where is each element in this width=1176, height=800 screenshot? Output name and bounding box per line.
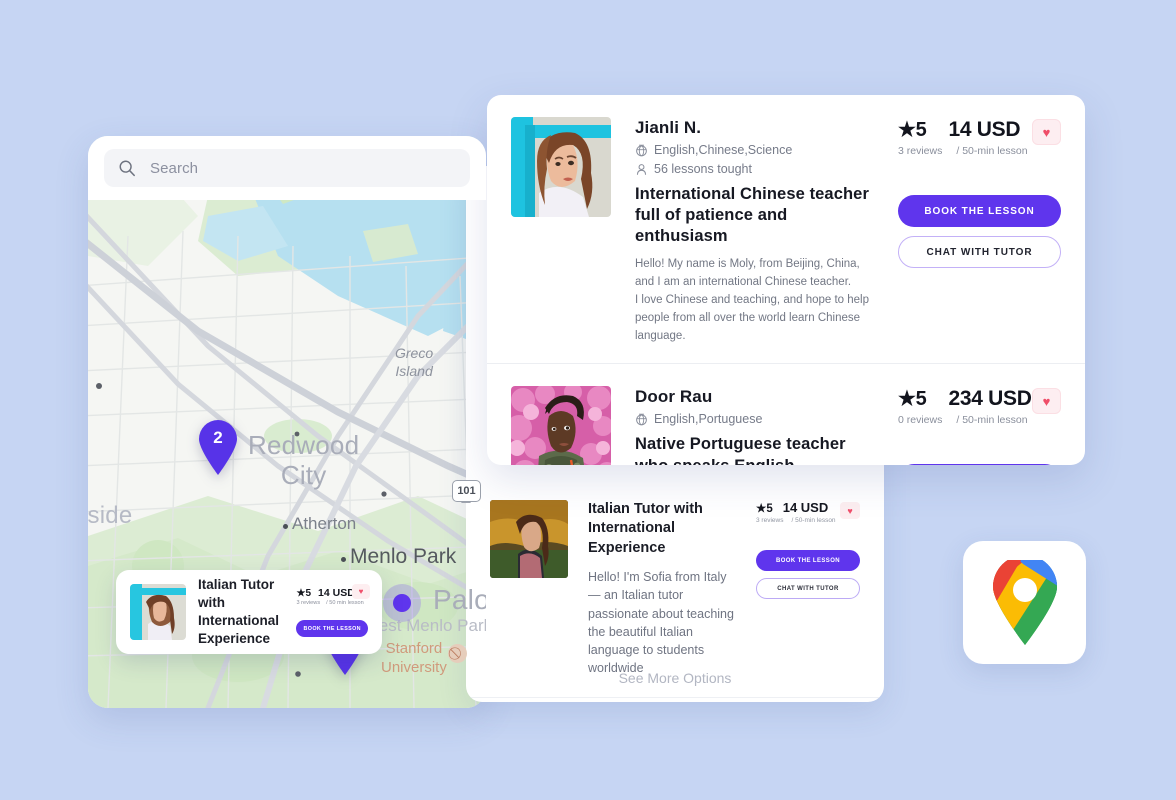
map-popup-lesson: / 50 min lesson — [326, 600, 364, 606]
map-popup-rating: ★5 — [296, 588, 312, 599]
google-maps-badge[interactable] — [963, 541, 1086, 664]
tutor-rating: ★5 — [898, 119, 927, 141]
tutor-subjects: English,Chinese,Science — [654, 143, 793, 157]
map-current-location-marker[interactable] — [383, 584, 421, 622]
heart-icon[interactable]: ♥ — [1032, 388, 1061, 415]
tutor-reviews: 3 reviews — [756, 517, 784, 524]
stanford-poi-icon: ⃠ — [448, 644, 467, 663]
tutor-headline: International Chinese teacher full of pa… — [635, 185, 869, 246]
tutor-pricing: ★5 14 USD 3 reviews / 50-min lesson BOOK… — [898, 117, 1061, 345]
tutor-price: 234 USD — [948, 387, 1032, 411]
tutor-description: Hello! My name is Moly, from Beijing, Ch… — [635, 258, 870, 342]
tutor-card-door-rau[interactable]: Door Rau English,Portuguese Native Portu… — [487, 363, 1085, 465]
tutor-lesson-length: / 50-min lesson — [956, 145, 1028, 157]
map-popup-avatar — [130, 584, 186, 640]
chat-with-tutor-button[interactable]: CHAT WITH TUTOR — [756, 578, 860, 599]
tutor-reviews: 0 reviews — [898, 414, 943, 427]
tutor-info: Jianli N. English,Chinese,Science 56 les… — [635, 117, 874, 345]
tutor-price: 14 USD — [948, 118, 1021, 141]
tutor-avatar — [511, 386, 611, 465]
map-popup-reviews: 3 reviews — [296, 600, 321, 606]
tutor-subjects-row: English,Portuguese — [635, 412, 874, 426]
app-stage: Greco Island Redwood City Atherton Menlo… — [0, 0, 1176, 800]
tutor-subjects: English,Portuguese — [654, 412, 763, 427]
chat-with-tutor-button[interactable]: CHAT WITH TUTOR — [898, 236, 1061, 268]
globe-icon — [636, 144, 647, 156]
map-panel: Greco Island Redwood City Atherton Menlo… — [88, 136, 486, 708]
globe-icon — [636, 413, 647, 426]
tutor-lessons-row: 56 lessons tought — [635, 162, 874, 176]
heart-icon[interactable]: ♥ — [1032, 119, 1061, 145]
tutor-price: 14 USD — [782, 500, 829, 515]
map-pin-label: 2 — [213, 428, 223, 447]
map-popup-book-button[interactable]: BOOK THE LESSON — [296, 620, 368, 637]
tutor-info: Italian Tutor with International Experie… — [588, 500, 736, 677]
map-popup-title: Italian Tutor with International Experie… — [198, 577, 280, 646]
tutor-info: Door Rau English,Portuguese Native Portu… — [635, 386, 874, 465]
see-more-options-link[interactable]: See More Options — [466, 670, 884, 686]
heart-icon[interactable]: ♥ — [840, 502, 860, 519]
map-popup-price: 14 USD — [318, 587, 355, 599]
tutor-card-italian[interactable]: Italian Tutor with International Experie… — [466, 480, 884, 699]
book-lesson-button[interactable]: BOOK THE LESSON — [898, 195, 1061, 227]
tutor-lesson-length: / 50-min lesson — [791, 517, 836, 524]
search-input-wrapper[interactable]: Search — [104, 149, 470, 187]
tutor-lessons-count: 56 lessons tought — [654, 162, 752, 176]
map-search-bar: Search — [88, 136, 486, 200]
tutor-headline: Italian Tutor with International Experie… — [588, 501, 703, 556]
tutor-pricing: ★5 234 USD 0 reviews / 50-min lesson BOO… — [898, 386, 1061, 465]
heart-icon[interactable]: ♥ — [352, 584, 370, 599]
map-pin-2[interactable]: 2 — [196, 418, 240, 476]
tutor-headline: Native Portuguese teacher who speaks Eng… — [635, 435, 846, 465]
tutor-lesson-length: / 50-min lesson — [956, 414, 1028, 427]
tutor-pricing: ★5 14 USD 3 reviews / 50-min lesson BOOK… — [756, 500, 860, 677]
tutor-description: Hello! I'm Sofia from Italy — an Italian… — [588, 570, 734, 675]
google-maps-pin-icon — [992, 559, 1057, 645]
tutor-avatar — [490, 500, 568, 578]
person-icon — [636, 163, 647, 175]
book-lesson-button[interactable]: BOOK THE LESSON — [756, 550, 860, 571]
search-icon — [119, 160, 135, 177]
book-lesson-button[interactable]: BOOK THE LESSON — [898, 464, 1061, 465]
back-panel-content: Italian Tutor with International Experie… — [466, 466, 884, 702]
search-input[interactable]: Search — [150, 160, 198, 177]
tutor-subjects-row: English,Chinese,Science — [635, 143, 874, 157]
tutor-rating: ★5 — [898, 388, 927, 411]
tutor-reviews: 3 reviews — [898, 145, 943, 157]
tutor-rating: ★5 — [756, 503, 773, 515]
tutor-card-jianli[interactable]: Jianli N. English,Chinese,Science 56 les… — [487, 95, 1085, 363]
map-popup-card[interactable]: Italian Tutor with International Experie… — [116, 570, 382, 654]
tutor-name: Jianli N. — [635, 118, 702, 137]
tutor-avatar — [511, 117, 611, 217]
tutor-name: Door Rau — [635, 387, 713, 407]
tutor-results-panel: Jianli N. English,Chinese,Science 56 les… — [487, 95, 1085, 465]
route-shield-101: 101 — [452, 480, 481, 502]
